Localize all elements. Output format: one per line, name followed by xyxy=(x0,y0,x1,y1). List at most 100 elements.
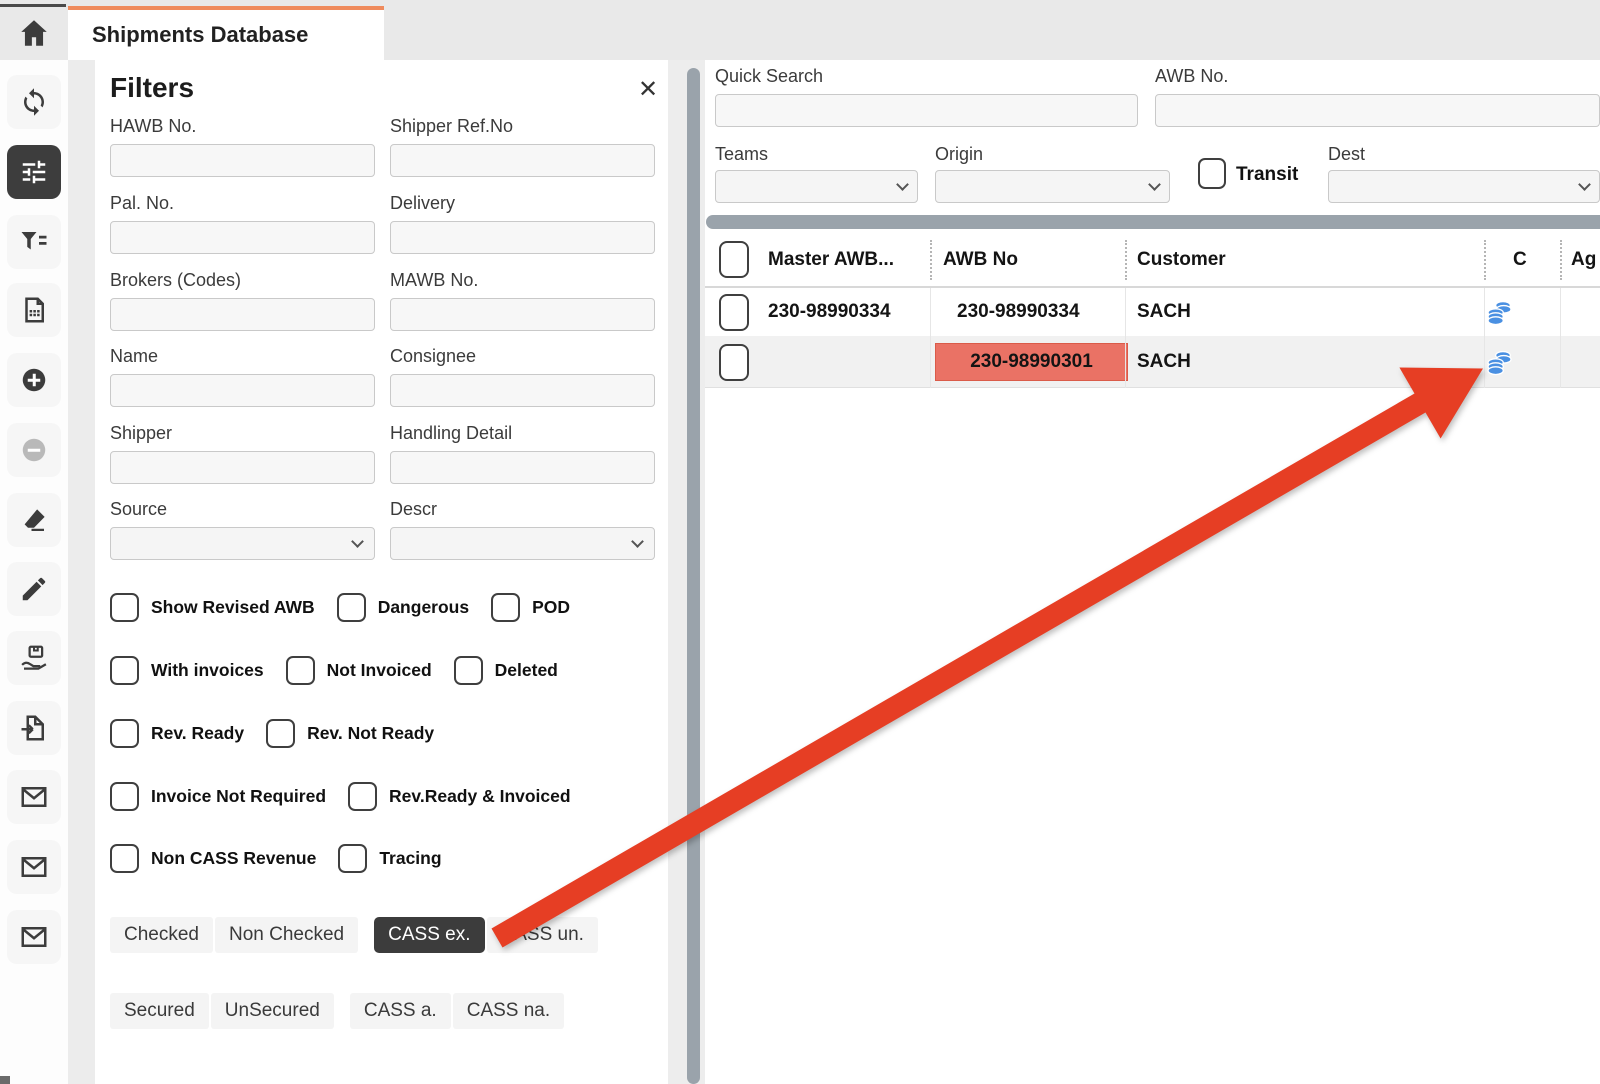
pal-no-input[interactable] xyxy=(110,221,375,254)
shipper-ref-label: Shipper Ref.No xyxy=(390,116,513,137)
checked-button[interactable]: Checked xyxy=(110,917,213,953)
coins-icon[interactable] xyxy=(1483,346,1515,378)
master-awb-cell: 230-98990334 xyxy=(768,301,891,323)
home-button[interactable] xyxy=(12,14,56,52)
teams-label: Teams xyxy=(715,144,768,165)
col-agent[interactable]: Ag xyxy=(1571,249,1596,271)
not-invoiced-checkbox[interactable] xyxy=(286,656,315,685)
transit-label: Transit xyxy=(1236,164,1298,186)
awb-no-input[interactable] xyxy=(1155,94,1600,127)
origin-select[interactable] xyxy=(935,170,1170,203)
rev-ready-invoiced-checkbox[interactable] xyxy=(348,782,377,811)
col-customer[interactable]: Customer xyxy=(1137,249,1226,271)
column-divider[interactable] xyxy=(1484,240,1486,280)
select-all-checkbox[interactable] xyxy=(719,241,749,278)
rev-ready-checkbox[interactable] xyxy=(110,719,139,748)
secured-button[interactable]: Secured xyxy=(110,993,209,1029)
rev-not-ready-checkbox[interactable] xyxy=(266,719,295,748)
row-column-divider xyxy=(1125,288,1126,388)
table-row[interactable]: 230-98990301 SACH xyxy=(705,336,1600,388)
show-revised-awb-label: Show Revised AWB xyxy=(151,597,315,618)
descr-select[interactable] xyxy=(390,527,655,560)
shipper-ref-input[interactable] xyxy=(390,144,655,177)
source-label: Source xyxy=(110,499,167,520)
unsecured-button[interactable]: UnSecured xyxy=(211,993,334,1029)
cass-un-button[interactable]: CASS un. xyxy=(487,917,598,953)
close-icon[interactable]: ✕ xyxy=(633,74,663,104)
col-master-awb[interactable]: Master AWB... xyxy=(768,249,894,271)
quick-search-input[interactable] xyxy=(715,94,1138,127)
hawb-label: HAWB No. xyxy=(110,116,196,137)
filters-title: Filters xyxy=(110,72,194,104)
deleted-label: Deleted xyxy=(495,660,558,681)
sidebar-filters-button[interactable] xyxy=(7,145,61,199)
awb-no-cell: 230-98990334 xyxy=(957,301,1080,323)
column-divider[interactable] xyxy=(930,240,932,280)
chevron-down-icon xyxy=(1148,178,1161,191)
file-import-icon xyxy=(19,713,49,743)
pod-checkbox[interactable] xyxy=(491,593,520,622)
sidebar-remove-button[interactable] xyxy=(7,423,61,477)
chevron-down-icon xyxy=(351,535,364,548)
checkbox-row-1: Show Revised AWB Dangerous POD xyxy=(110,593,580,622)
col-c[interactable]: C xyxy=(1513,249,1527,271)
dest-select[interactable] xyxy=(1328,170,1600,203)
cass-ex-button[interactable]: CASS ex. xyxy=(374,917,484,953)
transit-checkbox[interactable] xyxy=(1198,158,1226,189)
source-select[interactable] xyxy=(110,527,375,560)
invoice-not-required-checkbox[interactable] xyxy=(110,782,139,811)
cass-na-button[interactable]: CASS na. xyxy=(453,993,564,1029)
coins-icon[interactable] xyxy=(1483,296,1515,328)
horizontal-scrollbar[interactable] xyxy=(706,215,1600,229)
sidebar-mail-button-2[interactable] xyxy=(7,840,61,894)
sidebar-mail-button-3[interactable] xyxy=(7,910,61,964)
deleted-checkbox[interactable] xyxy=(454,656,483,685)
teams-select[interactable] xyxy=(715,170,918,203)
pen-icon xyxy=(19,574,49,604)
shipper-label: Shipper xyxy=(110,423,172,444)
column-divider[interactable] xyxy=(1125,240,1127,280)
sidebar-add-button[interactable] xyxy=(7,353,61,407)
sidebar-erase-button[interactable] xyxy=(7,493,61,547)
sidebar-sync-button[interactable] xyxy=(7,75,61,129)
shipper-input[interactable] xyxy=(110,451,375,484)
hawb-input[interactable] xyxy=(110,144,375,177)
corner-scrollbar[interactable] xyxy=(0,1076,10,1084)
dangerous-checkbox[interactable] xyxy=(337,593,366,622)
handling-detail-input[interactable] xyxy=(390,451,655,484)
non-checked-button[interactable]: Non Checked xyxy=(215,917,358,953)
sync-icon xyxy=(19,87,49,117)
eraser-icon xyxy=(19,505,49,535)
row-checkbox[interactable] xyxy=(719,344,749,381)
sidebar-mail-button-1[interactable] xyxy=(7,770,61,824)
delivery-input[interactable] xyxy=(390,221,655,254)
checkbox-row-3: Rev. Ready Rev. Not Ready xyxy=(110,719,444,748)
sidebar-filter-list-button[interactable] xyxy=(7,215,61,269)
rev-ready-invoiced-label: Rev.Ready & Invoiced xyxy=(389,786,571,807)
vertical-scrollbar[interactable] xyxy=(687,68,700,1084)
brokers-input[interactable] xyxy=(110,298,375,331)
awb-no-label: AWB No. xyxy=(1155,66,1228,87)
mawb-label: MAWB No. xyxy=(390,270,478,291)
table-row[interactable]: 230-98990334 230-98990334 SACH xyxy=(705,288,1600,336)
cass-a-button[interactable]: CASS a. xyxy=(350,993,451,1029)
brokers-label: Brokers (Codes) xyxy=(110,270,241,291)
show-revised-awb-checkbox[interactable] xyxy=(110,593,139,622)
sidebar-deliver-button[interactable] xyxy=(7,631,61,685)
tab-shipments-database[interactable]: Shipments Database xyxy=(68,6,384,60)
row-checkbox[interactable] xyxy=(719,294,749,331)
column-divider[interactable] xyxy=(1560,240,1562,280)
toggle-button-row-1: Checked Non Checked CASS ex. CASS un. xyxy=(110,917,598,953)
name-input[interactable] xyxy=(110,374,375,407)
sidebar-import-button[interactable] xyxy=(7,701,61,755)
row-column-divider xyxy=(930,288,931,388)
sidebar-invoice-button[interactable] xyxy=(7,283,61,337)
tracing-checkbox[interactable] xyxy=(338,844,367,873)
mawb-input[interactable] xyxy=(390,298,655,331)
non-cass-revenue-checkbox[interactable] xyxy=(110,844,139,873)
col-awb-no[interactable]: AWB No xyxy=(943,249,1018,271)
consignee-input[interactable] xyxy=(390,374,655,407)
with-invoices-checkbox[interactable] xyxy=(110,656,139,685)
sidebar-edit-button[interactable] xyxy=(7,562,61,616)
home-icon xyxy=(17,16,51,50)
